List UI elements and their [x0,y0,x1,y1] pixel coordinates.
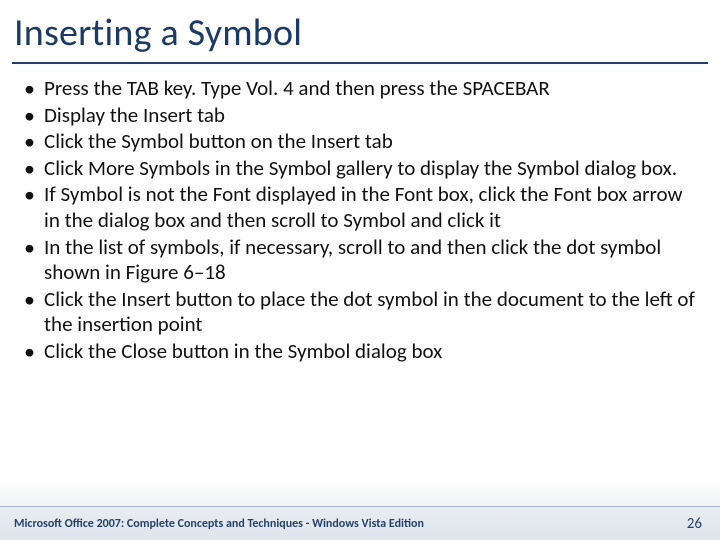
list-item: Click the Close button in the Symbol dia… [18,339,702,365]
title-underline [12,62,708,64]
content-area: Press the TAB key. Type Vol. 4 and then … [0,72,720,365]
list-item: If Symbol is not the Font displayed in t… [18,182,702,233]
bullet-text: Press the TAB key. Type Vol. 4 and then … [44,75,550,101]
list-item: Press the TAB key. Type Vol. 4 and then … [18,76,702,102]
slide-title: Inserting a Symbol [0,0,720,62]
bullet-text: Click More Symbols in the Symbol gallery… [44,155,677,181]
slide-footer: Microsoft Office 2007: Complete Concepts… [0,506,720,540]
bullet-list: Press the TAB key. Type Vol. 4 and then … [18,76,702,365]
bullet-text: If Symbol is not the Font displayed in t… [44,181,682,233]
bullet-text: In the list of symbols, if necessary, sc… [44,234,661,286]
bullet-text: Click the Close button in the Symbol dia… [44,338,442,364]
bullet-text: Click the Insert button to place the dot… [44,286,695,338]
page-number: 26 [687,515,704,533]
list-item: Click the Symbol button on the Insert ta… [18,129,702,155]
list-item: Display the Insert tab [18,103,702,129]
footer-gradient [0,484,720,506]
slide: Inserting a Symbol Press the TAB key. Ty… [0,0,720,540]
footer-text: Microsoft Office 2007: Complete Concepts… [14,517,687,531]
bullet-text: Click the Symbol button on the Insert ta… [44,128,393,154]
list-item: Click the Insert button to place the dot… [18,287,702,338]
list-item: In the list of symbols, if necessary, sc… [18,235,702,286]
bullet-text: Display the Insert tab [44,102,225,128]
list-item: Click More Symbols in the Symbol gallery… [18,156,702,182]
